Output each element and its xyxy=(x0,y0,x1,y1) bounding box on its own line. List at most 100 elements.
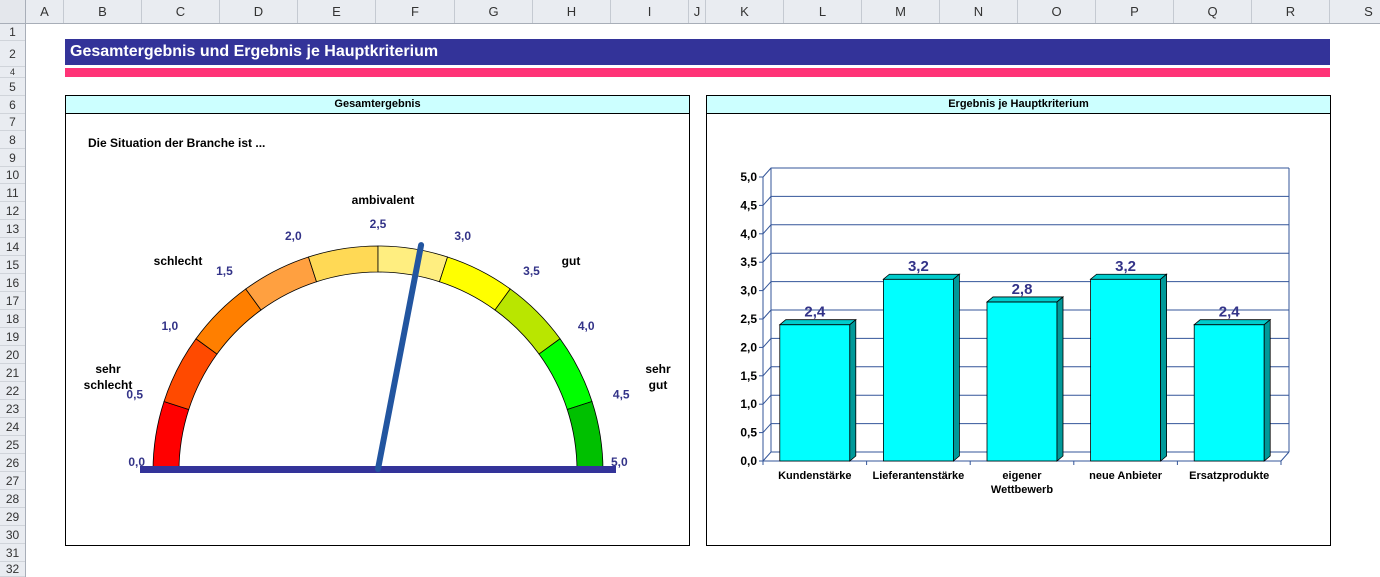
row-header-22[interactable]: 22 xyxy=(0,382,25,400)
column-header-r[interactable]: R xyxy=(1252,0,1330,23)
row-header-23[interactable]: 23 xyxy=(0,400,25,418)
row-header-10[interactable]: 10 xyxy=(0,167,25,184)
row-header-5[interactable]: 5 xyxy=(0,78,25,96)
column-header-k[interactable]: K xyxy=(706,0,784,23)
bar-front xyxy=(986,301,1058,462)
row-header-21[interactable]: 21 xyxy=(0,364,25,382)
row-header-25[interactable]: 25 xyxy=(0,436,25,454)
row-header-31[interactable]: 31 xyxy=(0,544,25,562)
column-header-q[interactable]: Q xyxy=(1174,0,1252,23)
bar-value-label: 2,4 xyxy=(1219,304,1241,321)
y-tick-label: 3,0 xyxy=(740,284,757,298)
bar-value-label: 3,2 xyxy=(908,258,929,275)
gauge-tick-label: 4,5 xyxy=(613,388,630,402)
y-tick-label: 3,5 xyxy=(740,255,757,269)
column-header-c[interactable]: C xyxy=(142,0,220,23)
gauge-band xyxy=(163,338,218,411)
row-header-1[interactable]: 1 xyxy=(0,24,25,41)
row-header-27[interactable]: 27 xyxy=(0,472,25,490)
select-all-corner[interactable] xyxy=(0,0,26,23)
gauge-tick-label: 3,5 xyxy=(523,264,540,278)
gauge-band xyxy=(494,288,561,355)
row-header-29[interactable]: 29 xyxy=(0,508,25,526)
row-header-30[interactable]: 30 xyxy=(0,526,25,544)
x-category-label: Lieferantenstärke xyxy=(873,470,965,482)
x-category-label: Wettbewerb xyxy=(991,484,1053,496)
label-sehr-schlecht-2: schlecht xyxy=(84,378,133,392)
column-header-bar: ABCDEFGHIJKLMNOPQRS xyxy=(0,0,1380,24)
label-ambivalent: ambivalent xyxy=(352,193,415,207)
column-header-i[interactable]: I xyxy=(611,0,689,23)
row-header-6[interactable]: 6 xyxy=(0,96,25,114)
column-header-b[interactable]: B xyxy=(64,0,142,23)
row-header-14[interactable]: 14 xyxy=(0,238,25,256)
column-header-n[interactable]: N xyxy=(940,0,1018,23)
row-header-17[interactable]: 17 xyxy=(0,292,25,310)
bar-side xyxy=(1056,296,1064,462)
column-header-g[interactable]: G xyxy=(455,0,533,23)
column-header-m[interactable]: M xyxy=(862,0,940,23)
row-header-8[interactable]: 8 xyxy=(0,131,25,149)
column-header-l[interactable]: L xyxy=(784,0,862,23)
bar-front xyxy=(882,278,954,462)
bar-front xyxy=(1090,278,1162,462)
gauge-tick-label: 3,0 xyxy=(454,229,471,243)
bar-side xyxy=(849,318,857,462)
x-category-label: Ersatzprodukte xyxy=(1189,470,1269,482)
row-header-bar: 1 2 4 5 6 7 8 9 10 11 12 13 14 15 16 17 18 19 20 21 22 23 24 25… xyxy=(0,24,26,577)
row-header-7[interactable]: 7 xyxy=(0,114,25,131)
column-header-a[interactable]: A xyxy=(26,0,64,23)
column-header-p[interactable]: P xyxy=(1096,0,1174,23)
column-header-f[interactable]: F xyxy=(376,0,455,23)
gauge-tick-label: 2,0 xyxy=(285,229,302,243)
column-header-o[interactable]: O xyxy=(1018,0,1096,23)
column-header-j[interactable]: J xyxy=(689,0,706,23)
label-sehr-gut-2: gut xyxy=(649,378,668,392)
row-header-32[interactable]: 32 xyxy=(0,562,25,577)
title-underline xyxy=(65,68,1330,77)
row-header-24[interactable]: 24 xyxy=(0,418,25,436)
column-header-h[interactable]: H xyxy=(533,0,611,23)
row-header-15[interactable]: 15 xyxy=(0,256,25,274)
bar-value-label: 2,4 xyxy=(804,304,826,321)
row-header-28[interactable]: 28 xyxy=(0,490,25,508)
row-header-9[interactable]: 9 xyxy=(0,149,25,167)
row-header-19[interactable]: 19 xyxy=(0,328,25,346)
column-header-d[interactable]: D xyxy=(220,0,298,23)
row-header-20[interactable]: 20 xyxy=(0,346,25,364)
bar-side xyxy=(1160,273,1167,462)
gauge-panel-header: Gesamtergebnis xyxy=(66,96,689,114)
bar-front xyxy=(779,324,851,462)
gauge-tick-label: 4,0 xyxy=(578,319,595,333)
gauge-band xyxy=(307,245,379,283)
gauge-band xyxy=(195,288,262,355)
row-header-11[interactable]: 11 xyxy=(0,184,25,202)
gauge-tick-label: 1,5 xyxy=(216,264,233,278)
label-gut: gut xyxy=(562,254,581,268)
row-header-12[interactable]: 12 xyxy=(0,202,25,220)
row-header-26[interactable]: 26 xyxy=(0,454,25,472)
bar-side xyxy=(953,273,960,462)
row-header-4[interactable]: 4 xyxy=(0,67,25,78)
column-header-e[interactable]: E xyxy=(298,0,376,23)
gauge-panel: Gesamtergebnis 0,0 0,5 1,0 1,5 2,0 2,5 3,0 3,5 4… xyxy=(65,95,690,546)
gauge-tick-label: 2,5 xyxy=(370,217,387,231)
label-sehr-gut-1: sehr xyxy=(645,362,671,376)
bar-side xyxy=(1263,318,1271,462)
gauge-chart: 0,00,51,01,52,02,53,03,54,04,55,0Die Sit… xyxy=(84,136,671,473)
y-tick-label: 2,5 xyxy=(740,312,757,326)
column-header-s[interactable]: S xyxy=(1330,0,1380,23)
gauge-needle xyxy=(375,242,425,472)
row-header-18[interactable]: 18 xyxy=(0,310,25,328)
row-header-13[interactable]: 13 xyxy=(0,220,25,238)
x-category-label: eigener xyxy=(1002,470,1042,482)
label-schlecht: schlecht xyxy=(154,254,203,268)
y-tick-label: 5,0 xyxy=(740,170,757,184)
x-category-label: neue Anbieter xyxy=(1089,470,1163,482)
gauge-band xyxy=(152,400,190,472)
y-tick-label: 1,0 xyxy=(740,397,757,411)
row-header-16[interactable]: 16 xyxy=(0,274,25,292)
bar-front xyxy=(1193,324,1265,462)
row-header-2[interactable]: 2 xyxy=(0,41,25,67)
gauge-band xyxy=(566,400,604,472)
